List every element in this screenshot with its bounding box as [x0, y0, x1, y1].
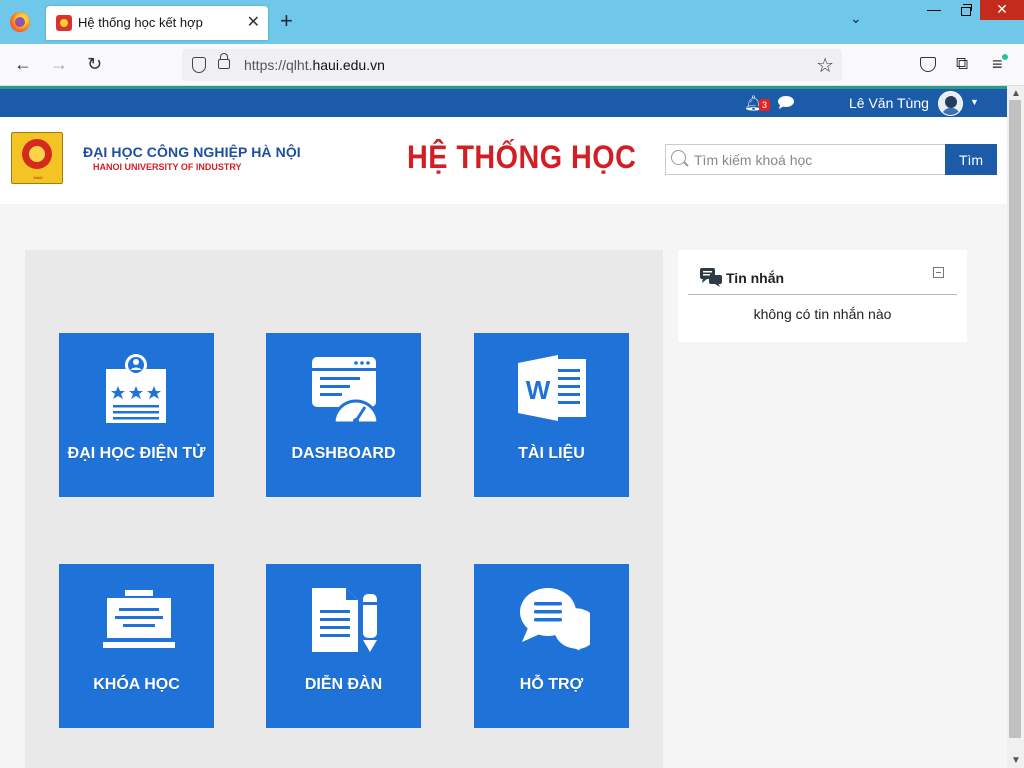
restore-window-button[interactable]	[950, 0, 982, 20]
close-window-button[interactable]: ✕	[980, 0, 1024, 20]
tile-label: DASHBOARD	[291, 445, 396, 462]
tile-support[interactable]: HỖ TRỢ	[474, 564, 629, 728]
forward-arrow-icon[interactable]: →	[50, 54, 68, 75]
collapse-panel-icon[interactable]	[933, 267, 944, 278]
messages-empty-text: không có tin nhắn nào	[753, 306, 892, 322]
address-bar[interactable]: https://qlht.haui.edu.vn ☆	[182, 49, 842, 81]
url-text[interactable]: https://qlht.haui.edu.vn	[244, 57, 385, 73]
tile-label: ĐẠI HỌC ĐIỆN TỬ	[67, 445, 206, 462]
tile-documents[interactable]: W TÀI LIỆU	[474, 333, 629, 497]
word-document-icon: W	[518, 355, 586, 421]
university-name-en: HANOI UNIVERSITY OF INDUSTRY	[93, 162, 242, 172]
site-header: HaUI ĐẠI HỌC CÔNG NGHIỆP HÀ NỘI HANOI UN…	[0, 117, 1007, 204]
firefox-logo-icon[interactable]	[10, 12, 30, 32]
minimize-window-button[interactable]: —	[918, 0, 950, 20]
site-top-bar: 🔔︎ 3 Lê Văn Tùng ▼	[0, 86, 1007, 117]
course-search: Tìm	[665, 144, 997, 175]
reload-icon[interactable]: ↻	[87, 54, 102, 75]
tile-label: KHÓA HỌC	[93, 676, 180, 693]
dashboard-gauge-icon	[312, 357, 380, 425]
messages-title: Tin nhắn	[726, 270, 785, 286]
search-button[interactable]: Tìm	[945, 144, 997, 175]
tracking-protection-shield-icon[interactable]	[192, 57, 206, 73]
search-input[interactable]	[665, 144, 946, 175]
browser-tab[interactable]: Hệ thống học kết hợp ✕	[46, 6, 268, 40]
page-viewport: 🔔︎ 3 Lê Văn Tùng ▼ HaUI ĐẠI HỌC CÔNG NGH…	[0, 86, 1007, 768]
university-name-vn: ĐẠI HỌC CÔNG NGHIỆP HÀ NỘI	[83, 144, 301, 160]
scroll-down-arrow-icon[interactable]: ▼	[1011, 755, 1021, 766]
chat-bubble-icon[interactable]	[777, 95, 795, 110]
tile-e-university[interactable]: ĐẠI HỌC ĐIỆN TỬ	[59, 333, 214, 497]
hamburger-menu-icon[interactable]: ≡	[992, 54, 1003, 75]
logo-caption: HaUI	[33, 175, 43, 180]
university-logo[interactable]: HaUI	[11, 132, 63, 184]
tile-label: TÀI LIỆU	[518, 445, 585, 462]
main-panel: ĐẠI HỌC ĐIỆN TỬ DASHBOARD W TÀI LIỆU KHÓ…	[25, 250, 663, 768]
forum-document-pencil-icon	[312, 588, 377, 652]
tile-label: DIỄN ĐÀN	[304, 676, 383, 693]
support-chat-icon	[520, 588, 590, 656]
tile-forum[interactable]: DIỄN ĐÀN	[266, 564, 421, 728]
update-indicator-dot	[1002, 54, 1008, 60]
browser-tab-bar: Hệ thống học kết hợp ✕ + ⌄ — ✕	[0, 0, 1024, 44]
vertical-scrollbar[interactable]: ▲ ▼	[1007, 86, 1024, 768]
page-title: HỆ THỐNG HỌC KẾT HỢP	[407, 139, 641, 175]
messages-icon	[700, 268, 722, 287]
caret-down-icon[interactable]: ▼	[970, 97, 979, 107]
tile-courses[interactable]: KHÓA HỌC	[59, 564, 214, 728]
user-name[interactable]: Lê Văn Tùng	[849, 95, 929, 111]
avatar[interactable]	[938, 91, 963, 116]
tile-label: HỖ TRỢ	[519, 676, 584, 693]
scroll-up-arrow-icon[interactable]: ▲	[1011, 88, 1021, 99]
scrollbar-thumb[interactable]	[1009, 100, 1021, 738]
search-icon	[671, 150, 686, 165]
messages-panel: Tin nhắn không có tin nhắn nào	[678, 250, 967, 342]
notification-count-badge: 3	[759, 99, 770, 111]
bookmark-star-icon[interactable]: ☆	[816, 53, 834, 78]
new-tab-button[interactable]: +	[280, 8, 293, 34]
certificate-icon	[106, 354, 166, 423]
tab-title: Hệ thống học kết hợp	[78, 15, 203, 30]
course-board-icon	[103, 590, 175, 648]
svg-text:W: W	[526, 375, 551, 405]
lock-icon[interactable]	[218, 53, 230, 69]
site-favicon-icon	[56, 15, 72, 31]
tile-dashboard[interactable]: DASHBOARD	[266, 333, 421, 497]
extensions-puzzle-icon[interactable]: ⧉	[956, 54, 968, 74]
browser-navigation-bar: ← → ↻ https://qlht.haui.edu.vn ☆ ⧉ ≡	[0, 44, 1024, 86]
pocket-icon[interactable]	[920, 57, 936, 72]
divider	[688, 294, 957, 295]
close-tab-icon[interactable]: ✕	[247, 12, 260, 32]
list-all-tabs-icon[interactable]: ⌄	[850, 10, 862, 27]
back-arrow-icon[interactable]: ←	[14, 54, 32, 75]
